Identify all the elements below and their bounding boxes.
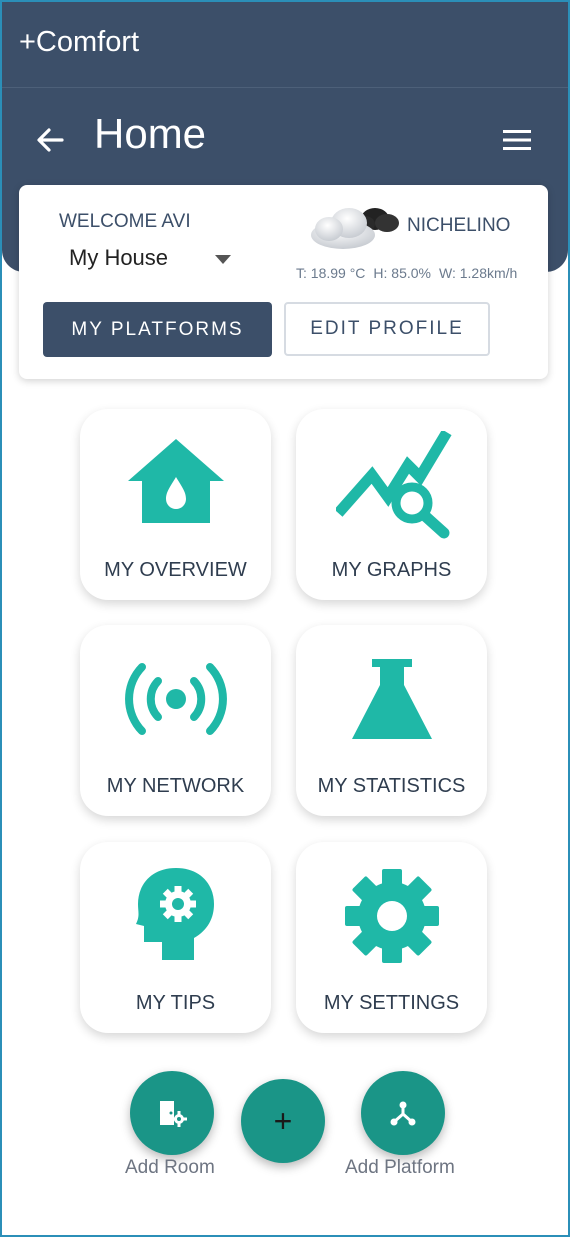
flask-icon — [352, 659, 432, 739]
page-title: Home — [94, 110, 207, 157]
door-gear-icon — [160, 1101, 187, 1127]
add-room-button[interactable] — [130, 1071, 214, 1155]
my-platforms-button[interactable]: MY PLATFORMS — [43, 302, 272, 357]
tile-my-tips[interactable]: MY TIPS — [80, 842, 271, 1033]
network-hub-icon — [390, 1101, 416, 1126]
edit-profile-button[interactable]: EDIT PROFILE — [284, 302, 490, 356]
welcome-card: WELCOME AVI My House NICHELINO T: 18.99 … — [19, 185, 548, 379]
app-title: +Comfort — [19, 26, 140, 58]
caret-down-icon[interactable] — [215, 255, 231, 265]
tile-my-overview[interactable]: MY OVERVIEW — [80, 409, 271, 600]
tile-label: MY SETTINGS — [323, 992, 460, 1014]
welcome-text: WELCOME AVI — [59, 211, 191, 232]
tile-my-statistics[interactable]: MY STATISTICS — [296, 625, 487, 816]
humidity: H: 85.0% — [373, 265, 432, 281]
broadcast-icon — [125, 663, 227, 735]
tile-label: MY GRAPHS — [331, 559, 452, 581]
back-arrow-icon[interactable] — [34, 124, 66, 156]
hamburger-menu-icon[interactable] — [501, 128, 533, 152]
tile-my-graphs[interactable]: MY GRAPHS — [296, 409, 487, 600]
add-platform-label: Add Platform — [345, 1157, 455, 1178]
tile-my-network[interactable]: MY NETWORK — [80, 625, 271, 816]
house-drop-icon — [128, 439, 224, 523]
tile-label: MY NETWORK — [106, 775, 245, 797]
add-platform-button[interactable] — [361, 1071, 445, 1155]
main-add-button[interactable]: + — [241, 1079, 325, 1163]
wind: W: 1.28km/h — [439, 265, 518, 281]
weather-readout: T: 18.99 °C H: 85.0% W: 1.28km/h — [296, 265, 525, 281]
house-select[interactable]: My House — [69, 245, 168, 271]
tile-label: MY TIPS — [135, 992, 216, 1014]
graph-search-icon — [336, 431, 452, 539]
plus-icon: + — [273, 1103, 293, 1139]
gear-icon — [345, 869, 439, 963]
temperature: T: 18.99 °C — [296, 265, 366, 281]
head-gear-icon — [136, 868, 214, 960]
cloudy-icon — [311, 208, 399, 249]
tile-my-settings[interactable]: MY SETTINGS — [296, 842, 487, 1033]
location-name: NICHELINO — [407, 215, 511, 236]
add-room-label: Add Room — [125, 1157, 215, 1178]
tile-label: MY STATISTICS — [317, 775, 466, 797]
tile-label: MY OVERVIEW — [104, 559, 247, 581]
app-bar: +Comfort — [2, 2, 568, 88]
